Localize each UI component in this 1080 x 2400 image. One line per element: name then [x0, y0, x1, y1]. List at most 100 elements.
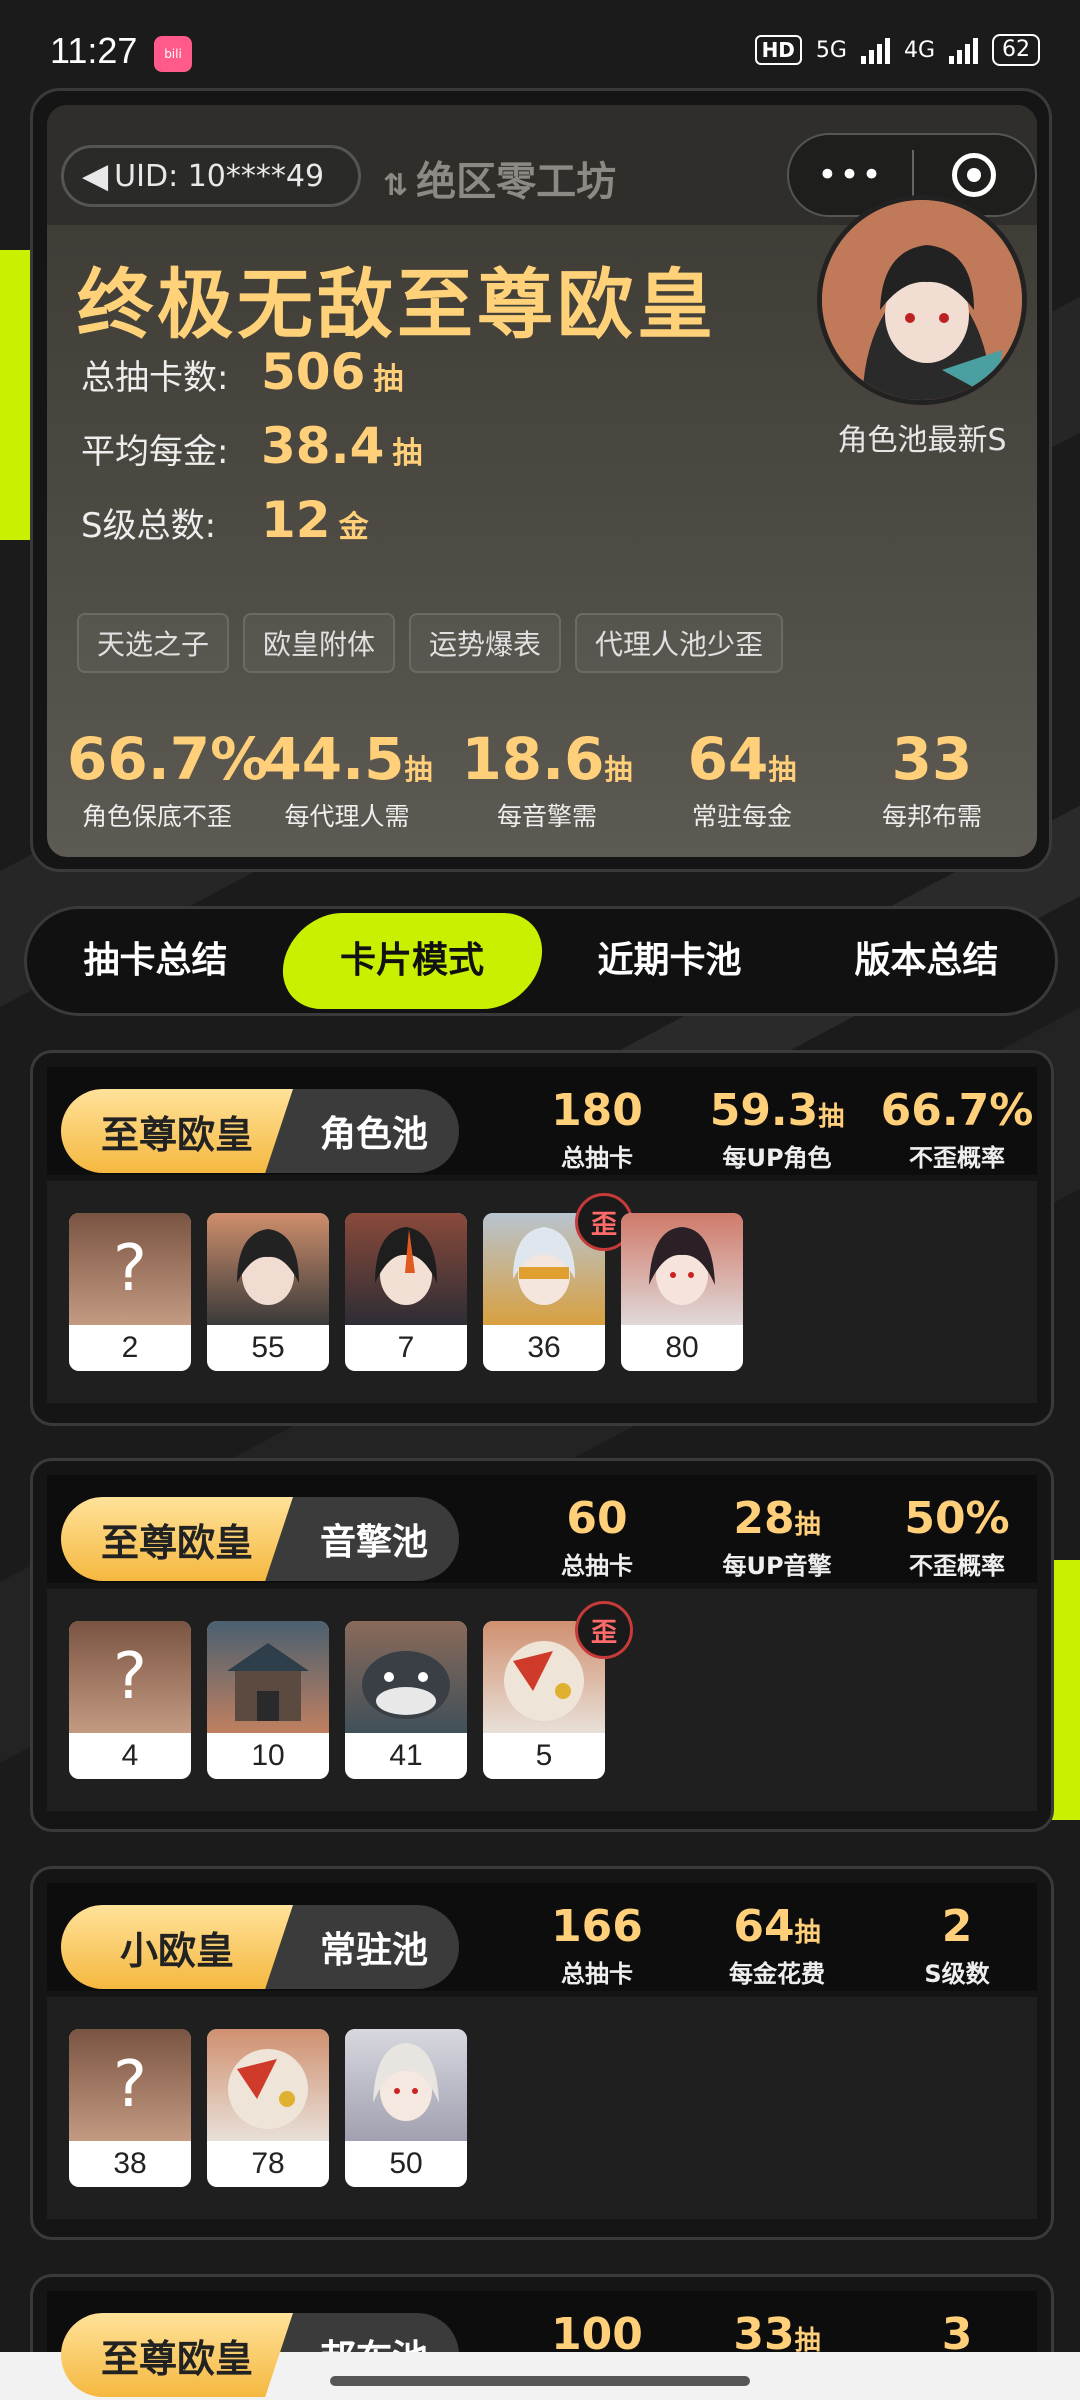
stat-label: 平均每金:	[81, 432, 229, 472]
pool-stats: 180 总抽卡 59.3抽 每UP角色 66.7% 不歪概率	[507, 1085, 1047, 1173]
pool-stat-label: 每UP角色	[722, 1144, 832, 1172]
pool-stat-value: 66.7%	[880, 1085, 1034, 1136]
pool-card-character[interactable]: 至尊欧皇 角色池 180 总抽卡 59.3抽 每UP角色 66.7% 不歪概率 ? 2 …	[30, 1050, 1054, 1426]
pool-stat-label: S级数	[924, 1960, 990, 1988]
pool-stat-value: 28	[733, 1493, 795, 1544]
pool-stat-value: 166	[551, 1901, 643, 1952]
close-button[interactable]	[914, 153, 1035, 197]
metric-unit: 抽	[404, 753, 433, 786]
pull-count: 38	[113, 2147, 147, 2180]
w-engine-house-icon	[207, 1621, 329, 1733]
pool-rank: 至尊欧皇	[61, 1497, 293, 1581]
pull-item[interactable]: 5歪	[483, 1601, 633, 1779]
uid-back-button[interactable]: ◀ UID: 10****49	[61, 145, 361, 207]
pull-item[interactable]: 80	[621, 1213, 743, 1371]
tag-chip: 欧皇附体	[243, 613, 396, 673]
pull-count: 78	[251, 2147, 285, 2180]
battery-icon: 62	[992, 34, 1040, 66]
pool-stat: 180 总抽卡	[507, 1085, 687, 1173]
tab-card-mode[interactable]: 卡片模式	[273, 913, 552, 1009]
pool-stat-label: 不歪概率	[909, 1144, 1005, 1172]
tag-list: 天选之子 欧皇附体 运势爆表 代理人池少歪	[77, 613, 784, 673]
stat-value: 506	[261, 343, 366, 401]
avatar-caption: 角色池最新S	[837, 423, 1007, 458]
metric-unit: 抽	[604, 753, 633, 786]
pull-item-pending[interactable]: ? 38	[69, 2029, 191, 2187]
pool-card-standard[interactable]: 小欧皇 常驻池 166 总抽卡 64抽 每金花费 2 S级数 ? 38 78 50	[30, 1866, 1054, 2240]
pool-stat-unit: 抽	[794, 1918, 821, 1948]
more-menu-button[interactable]: •••	[789, 155, 912, 195]
pool-card-w-engine[interactable]: 至尊欧皇 音擎池 60 总抽卡 28抽 每UP音擎 50% 不歪概率 ? 4 10 41…	[30, 1458, 1054, 1832]
switch-icon: ⇅	[383, 168, 409, 203]
tab-label: 卡片模式	[340, 940, 485, 981]
metric-value: 18.6	[461, 725, 605, 793]
tab-pull-summary[interactable]: 抽卡总结	[27, 913, 284, 1009]
off-banner-badge: 歪	[575, 1601, 633, 1659]
metric-label: 每邦布需	[881, 802, 982, 831]
pull-count: 80	[665, 1331, 699, 1364]
pool-name: 角色池	[259, 1089, 459, 1173]
character-portrait-icon	[621, 1213, 743, 1325]
pull-count: 4	[121, 1739, 139, 1772]
tag-chip: 天选之子	[77, 613, 230, 673]
pool-stat-value: 180	[551, 1085, 643, 1136]
home-indicator[interactable]	[330, 2376, 750, 2386]
pull-item[interactable]: 55	[207, 1213, 329, 1371]
pool-badge: 至尊欧皇 角色池	[61, 1089, 459, 1173]
tab-label: 版本总结	[854, 940, 999, 981]
pull-item-pending[interactable]: ? 2	[69, 1213, 191, 1371]
pull-count: 55	[251, 1331, 285, 1364]
pool-badge: 至尊欧皇 音擎池	[61, 1497, 459, 1581]
pool-stat: 2 S级数	[867, 1901, 1047, 1989]
pull-item-list: ? 4 10 41 5歪	[69, 1601, 633, 1779]
pull-item[interactable]: 7	[345, 1213, 467, 1371]
unknown-icon: ?	[69, 1621, 191, 1733]
pool-stat-label: 总抽卡	[561, 1960, 633, 1988]
pool-header: 至尊欧皇 角色池 180 总抽卡 59.3抽 每UP角色 66.7% 不歪概率	[47, 1067, 1037, 1175]
pool-stat: 50% 不歪概率	[867, 1493, 1047, 1581]
pool-stat: 166 总抽卡	[507, 1901, 687, 1989]
pool-stat: 66.7% 不歪概率	[867, 1085, 1047, 1173]
character-portrait-icon	[822, 200, 1022, 400]
pull-item[interactable]: 10	[207, 1621, 329, 1779]
stat-value: 38.4	[261, 417, 385, 475]
bilibili-app-icon: bili	[154, 36, 192, 72]
pull-item[interactable]: 78	[207, 2029, 329, 2187]
pool-stat-label: 每金花费	[729, 1960, 825, 1988]
pull-item-list: ? 38 78 50	[69, 2029, 467, 2187]
accent-bar-left	[0, 250, 30, 540]
mode-tab-bar: 抽卡总结 卡片模式 近期卡池 版本总结	[24, 906, 1058, 1016]
stat-label: S级总数:	[81, 506, 217, 546]
pull-item-pending[interactable]: ? 4	[69, 1621, 191, 1779]
pool-stat-label: 总抽卡	[561, 1552, 633, 1580]
metric-item: 44.5抽 每代理人需	[247, 725, 447, 833]
pool-stat-value: 2	[941, 1901, 973, 1952]
character-portrait-icon	[345, 2029, 467, 2141]
signal-icon	[860, 36, 890, 64]
pool-stat-label: 不歪概率	[909, 1552, 1005, 1580]
metric-unit: 抽	[768, 753, 797, 786]
metric-item: 66.7% 角色保底不歪	[67, 725, 268, 833]
summary-card: ◀ UID: 10****49 ⇅ 绝区零工坊 ••• 终极无敌至尊欧皇 总抽卡数…	[30, 88, 1052, 872]
status-time: 11:27	[50, 30, 138, 71]
tab-version-summary[interactable]: 版本总结	[798, 913, 1055, 1009]
pull-count: 5	[535, 1739, 553, 1772]
signal-icon	[949, 36, 978, 64]
pool-rank: 至尊欧皇	[61, 2313, 293, 2397]
pull-item[interactable]: 41	[345, 1621, 467, 1779]
pool-stat: 59.3抽 每UP角色	[687, 1085, 867, 1173]
tab-recent-pools[interactable]: 近期卡池	[541, 913, 798, 1009]
pool-stat-value: 60	[566, 1493, 628, 1544]
pull-item[interactable]: 36 歪	[483, 1193, 633, 1371]
pool-badge: 小欧皇 常驻池	[61, 1905, 459, 1989]
metric-item: 33 每邦布需	[837, 725, 1027, 833]
back-arrow-icon: ◀	[82, 156, 109, 196]
metric-item: 18.6抽 每音擎需	[447, 725, 647, 833]
pull-item[interactable]: 50	[345, 2029, 467, 2187]
pull-count: 7	[397, 1331, 415, 1364]
pool-rank: 至尊欧皇	[61, 1089, 293, 1173]
metric-label: 常驻每金	[691, 802, 792, 831]
metric-label: 角色保底不歪	[81, 802, 232, 831]
tag-chip: 运势爆表	[409, 613, 562, 673]
pool-stat-label: 每UP音擎	[722, 1552, 832, 1580]
